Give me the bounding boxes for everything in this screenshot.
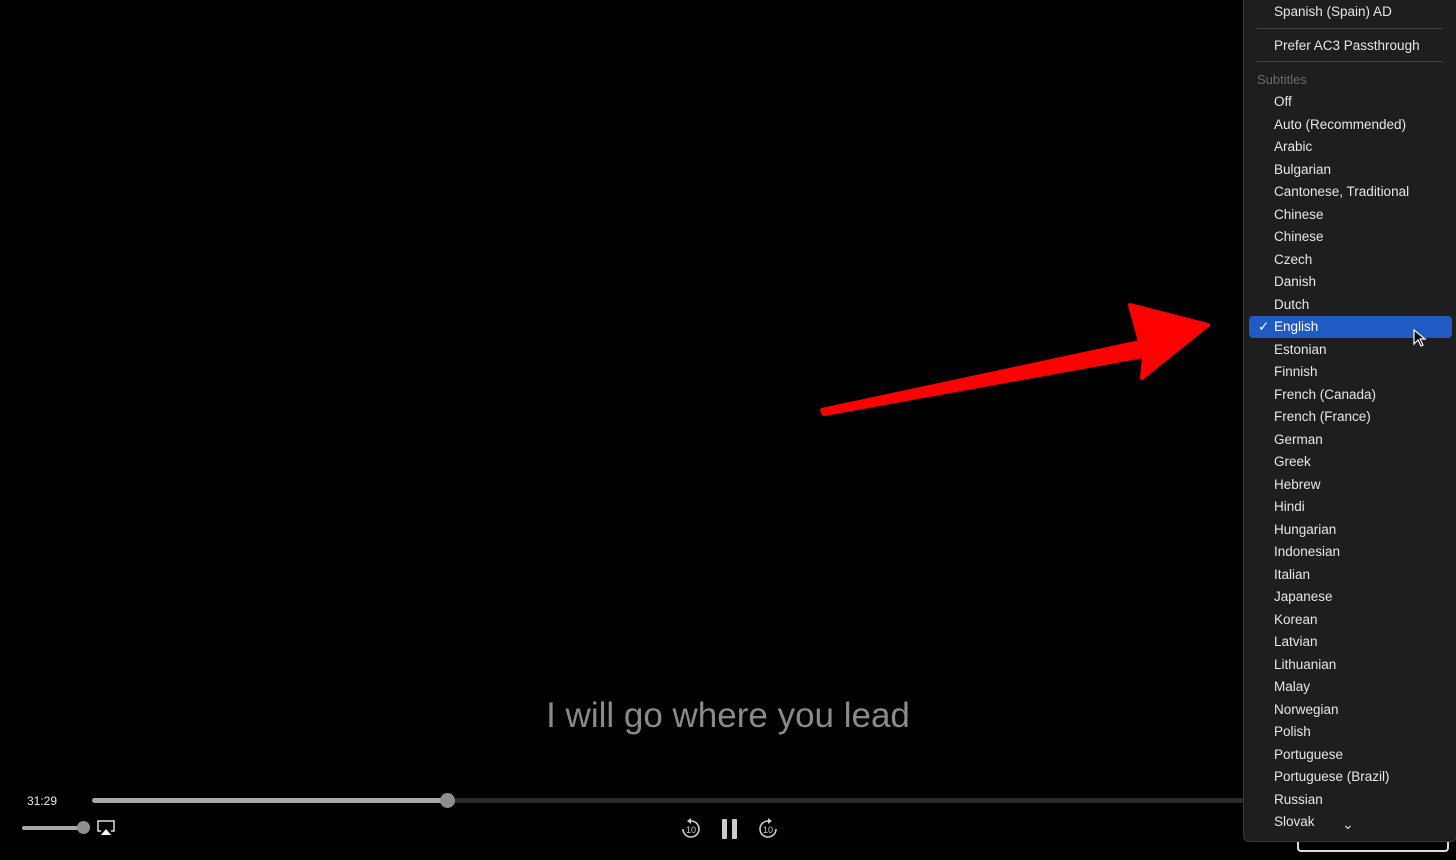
subtitle-option-label: Hebrew <box>1274 476 1321 492</box>
subtitle-option-label: Portuguese <box>1274 746 1344 762</box>
subtitle-option[interactable]: Portuguese <box>1249 744 1452 766</box>
subtitle-option-label: Auto (Recommended) <box>1274 116 1407 132</box>
subtitle-option-label: French (Canada) <box>1274 386 1377 402</box>
subtitle-option[interactable]: Off <box>1249 91 1452 113</box>
subtitle-option-label: Portuguese (Brazil) <box>1274 769 1390 784</box>
subtitle-option-label: Greek <box>1274 454 1311 469</box>
subtitle-option-label: Russian <box>1274 791 1323 807</box>
pause-icon[interactable] <box>720 817 740 841</box>
subtitle-option-label: Dutch <box>1274 296 1310 312</box>
subtitle-option-label: Danish <box>1274 274 1317 289</box>
subtitle-option-label: Korean <box>1274 611 1318 627</box>
subtitle-option[interactable]: Danish <box>1249 271 1452 293</box>
progress-fill <box>92 798 448 803</box>
mouse-pointer-icon <box>1413 329 1427 347</box>
subtitle-option-label: Bulgarian <box>1274 161 1332 177</box>
subtitle-option[interactable]: Norwegian <box>1249 699 1452 721</box>
subtitle-option-label: Indonesian <box>1274 544 1341 559</box>
subtitle-option-label: Latvian <box>1274 634 1318 649</box>
scroll-down-chevron-icon[interactable]: ⌄ <box>1342 816 1354 833</box>
subtitle-option[interactable]: French (Canada) <box>1249 384 1452 406</box>
subtitle-option-label: German <box>1274 431 1323 447</box>
subtitle-option-label: English <box>1274 319 1319 334</box>
subtitle-option[interactable]: Bulgarian <box>1249 159 1452 181</box>
menu-separator <box>1257 28 1443 29</box>
menu-separator <box>1257 61 1443 62</box>
subtitle-option[interactable]: Hindi <box>1249 496 1452 518</box>
subtitle-option[interactable]: Russian <box>1249 789 1452 811</box>
subtitle-option-label: Malay <box>1274 679 1311 694</box>
subtitle-option[interactable]: Polish <box>1249 721 1452 743</box>
subtitle-option[interactable]: German <box>1249 429 1452 451</box>
subtitle-option-label: Polish <box>1274 724 1311 739</box>
subtitle-option[interactable]: Czech <box>1249 249 1452 271</box>
subtitle-option-label: Japanese <box>1274 589 1333 604</box>
subtitle-option-label: Slovak <box>1274 814 1315 829</box>
subtitle-option[interactable]: Indonesian <box>1249 541 1452 563</box>
subtitle-option-label: Estonian <box>1274 341 1327 357</box>
subtitle-option[interactable]: Lithuanian <box>1249 654 1452 676</box>
subtitle-option[interactable]: Chinese <box>1249 204 1452 226</box>
airplay-icon[interactable] <box>97 820 115 836</box>
subtitle-option[interactable]: Chinese <box>1249 226 1452 248</box>
subtitle-option[interactable]: Hungarian <box>1249 519 1452 541</box>
subtitle-option-label: Italian <box>1274 566 1311 582</box>
subtitles-header: Subtitles <box>1257 72 1307 87</box>
subtitle-option-label: Off <box>1274 94 1292 109</box>
subtitle-option-label: Arabic <box>1274 139 1313 154</box>
subtitle-option[interactable]: Dutch <box>1249 294 1452 316</box>
menu-item-audio[interactable]: Spanish (Spain) AD <box>1249 1 1452 23</box>
subtitle-option[interactable]: Arabic <box>1249 136 1452 158</box>
subtitle-option-label: Hungarian <box>1274 521 1337 537</box>
svg-text:10: 10 <box>686 825 696 835</box>
subtitle-option[interactable]: Hebrew <box>1249 474 1452 496</box>
subtitle-option-label: Finnish <box>1274 364 1318 379</box>
subtitle-option-label: Chinese <box>1274 229 1324 244</box>
progress-knob[interactable] <box>440 793 456 808</box>
svg-text:10: 10 <box>763 825 773 835</box>
checkmark-icon: ✓ <box>1258 319 1270 334</box>
subtitle-option[interactable]: Finnish <box>1249 361 1452 383</box>
subtitle-caption: I will go where you lead <box>546 696 910 735</box>
subtitle-option[interactable]: Latvian <box>1249 631 1452 653</box>
audio-subtitles-menu[interactable]: Spanish (Spain) AD Prefer AC3 Passthroug… <box>1243 0 1456 842</box>
progress-scrubber[interactable] <box>92 793 1432 808</box>
subtitle-option-label: Czech <box>1274 251 1313 267</box>
menu-item-prefer-ac3[interactable]: Prefer AC3 Passthrough <box>1249 35 1452 57</box>
subtitle-option[interactable]: Italian <box>1249 564 1452 586</box>
subtitle-option[interactable]: Malay <box>1249 676 1452 698</box>
subtitle-option[interactable]: Greek <box>1249 451 1452 473</box>
subtitle-option-label: Hindi <box>1274 499 1305 514</box>
subtitle-option-label: Chinese <box>1274 206 1324 222</box>
subtitle-option-label: Norwegian <box>1274 701 1339 717</box>
elapsed-time: 31:29 <box>27 794 58 808</box>
subtitle-option-label: Lithuanian <box>1274 656 1337 672</box>
volume-slider[interactable] <box>22 821 90 834</box>
subtitle-option[interactable]: Cantonese, Traditional <box>1249 181 1452 203</box>
subtitle-option[interactable]: French (France) <box>1249 406 1452 428</box>
red-arrow-annotation <box>820 303 1210 416</box>
skip-back-10-icon[interactable]: 10 <box>680 817 702 841</box>
subtitle-option[interactable]: Korean <box>1249 609 1452 631</box>
subtitle-option[interactable]: Portuguese (Brazil) <box>1249 766 1452 788</box>
volume-knob[interactable] <box>77 821 90 834</box>
subtitle-option[interactable]: Japanese <box>1249 586 1452 608</box>
subtitle-option[interactable]: Auto (Recommended) <box>1249 114 1452 136</box>
subtitle-option-label: Cantonese, Traditional <box>1274 184 1410 199</box>
subtitle-option-label: French (France) <box>1274 409 1371 424</box>
skip-forward-10-icon[interactable]: 10 <box>757 817 779 841</box>
